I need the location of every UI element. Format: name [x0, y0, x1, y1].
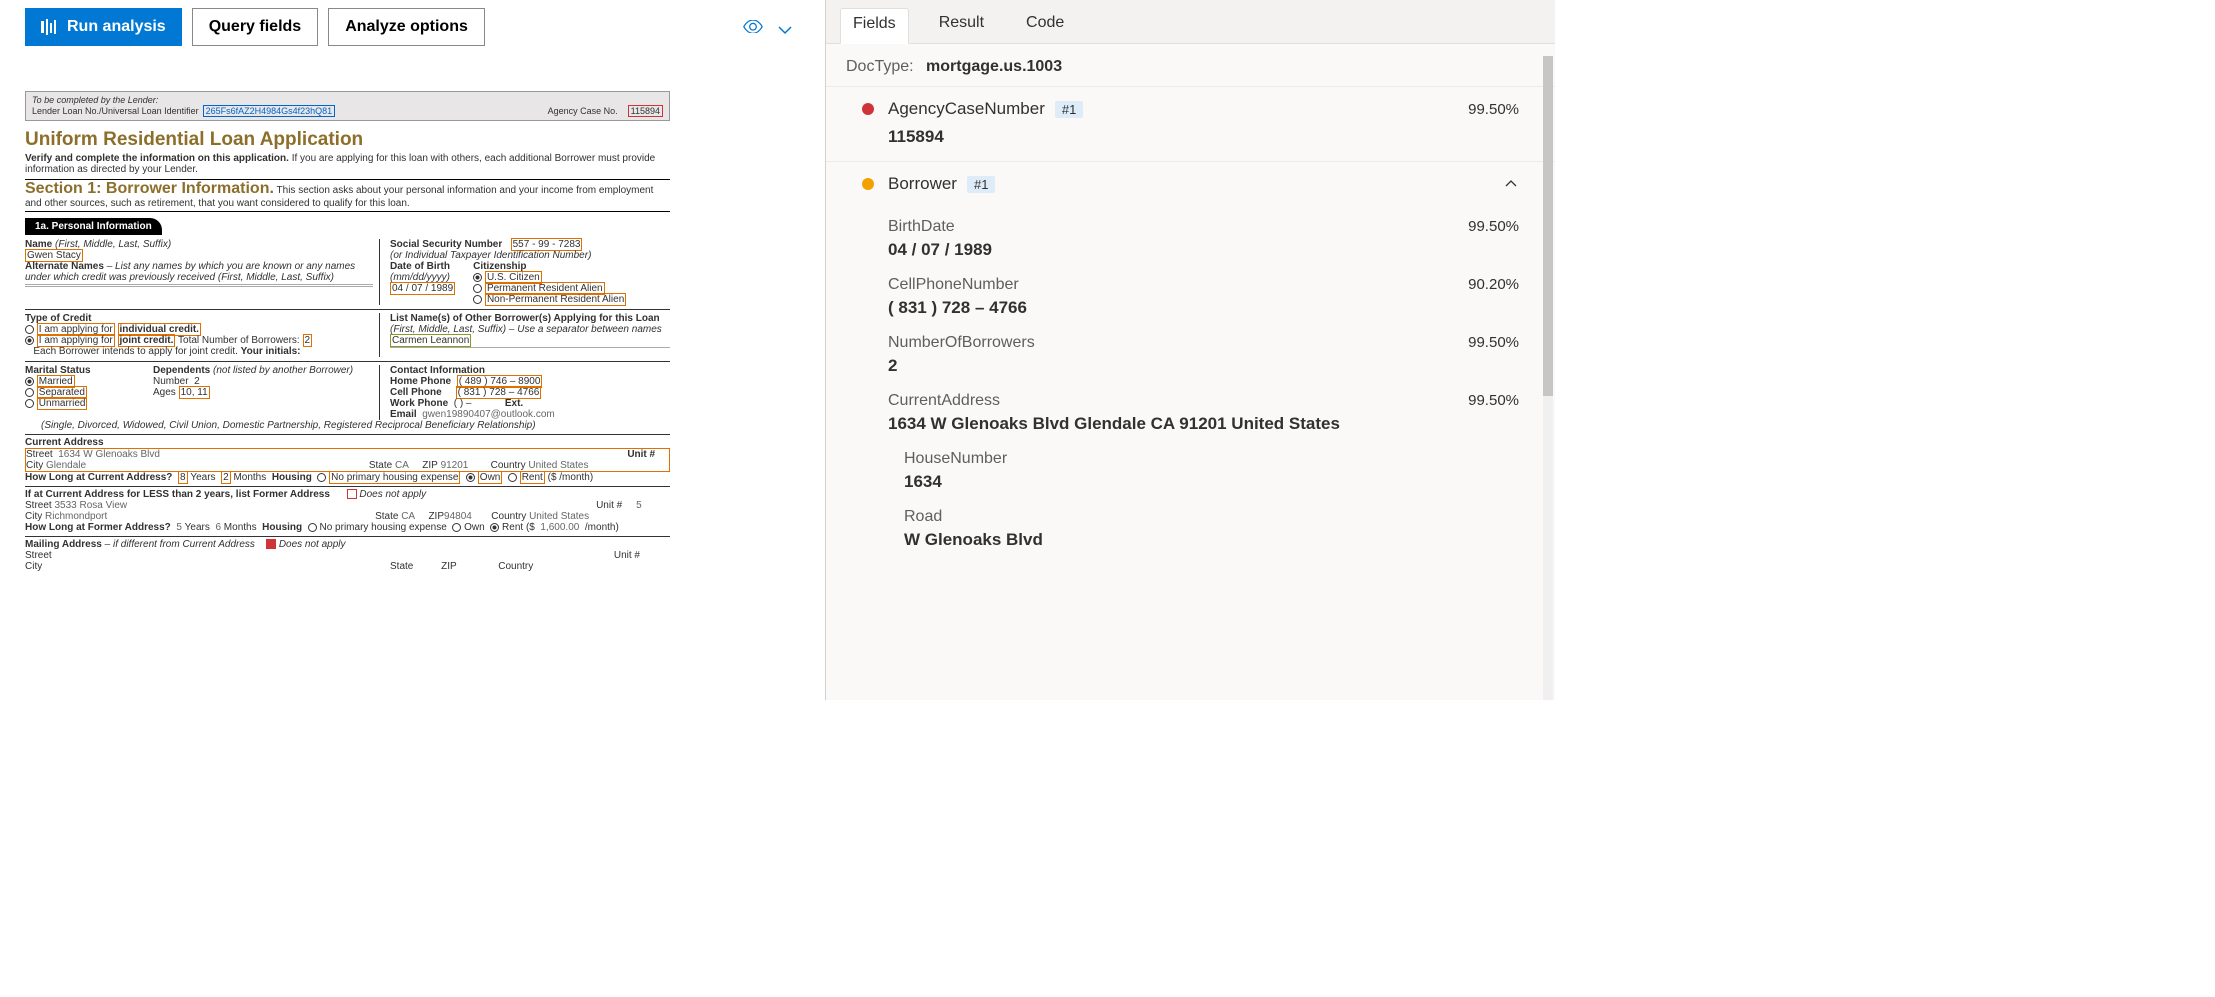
document-preview: To be completed by the Lender: Lender Lo… [25, 91, 670, 572]
tab-fields[interactable]: Fields [840, 8, 909, 44]
visibility-icon[interactable] [743, 20, 763, 40]
tab-result[interactable]: Result [927, 8, 996, 43]
confidence-pct: 99.50% [1468, 101, 1519, 118]
status-dot-icon [862, 103, 874, 115]
field-value: 115894 [888, 127, 1519, 147]
loan-id-highlight: 265Fs6fAZ2H4984Gs4f23hQ81 [203, 105, 336, 117]
run-icon [41, 19, 59, 35]
tab-code[interactable]: Code [1014, 8, 1076, 43]
run-analysis-button[interactable]: Run analysis [25, 8, 182, 46]
chevron-up-icon[interactable] [1503, 175, 1519, 194]
field-agency-case-number[interactable]: AgencyCaseNumber #1 99.50% 115894 [826, 86, 1555, 161]
analyze-options-button[interactable]: Analyze options [328, 8, 485, 46]
chevron-down-icon[interactable] [775, 20, 795, 40]
status-dot-icon [862, 178, 874, 190]
scrollbar[interactable] [1543, 56, 1553, 700]
run-analysis-label: Run analysis [67, 18, 166, 36]
doctype-row: DocType: mortgage.us.1003 [826, 44, 1555, 86]
scrollbar-thumb[interactable] [1543, 56, 1553, 396]
results-tabs: Fields Result Code [826, 0, 1555, 44]
query-fields-button[interactable]: Query fields [192, 8, 318, 46]
doc-title: Uniform Residential Loan Application [25, 129, 670, 151]
field-badge: #1 [967, 176, 995, 193]
agency-case-highlight: 115894 [628, 105, 663, 117]
field-borrower[interactable]: Borrower #1 [826, 161, 1555, 208]
field-badge: #1 [1055, 101, 1083, 118]
